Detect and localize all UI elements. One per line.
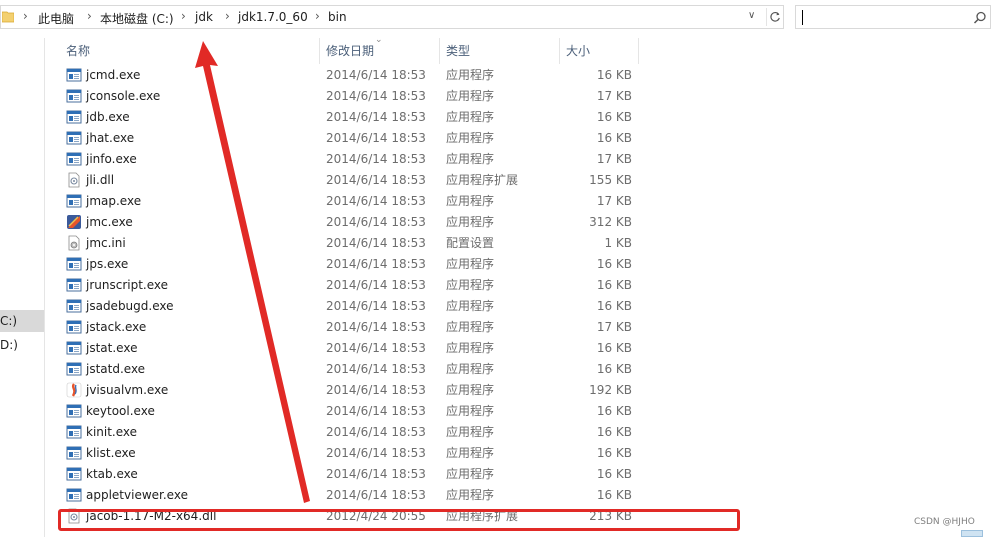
search-box[interactable] (795, 5, 991, 29)
file-size: 17 KB (596, 320, 632, 334)
chevron-right-icon[interactable]: › (23, 9, 28, 23)
file-size: 155 KB (589, 173, 632, 187)
column-divider[interactable] (439, 38, 440, 64)
search-icon[interactable] (972, 10, 988, 26)
file-row[interactable]: keytool.exe 2014/6/14 18:53 应用程序 16 KB (60, 401, 640, 422)
column-header-size[interactable]: 大小 (566, 38, 590, 64)
text-caret (802, 10, 803, 25)
chevron-right-icon[interactable]: › (315, 9, 320, 23)
file-row[interactable]: jmap.exe 2014/6/14 18:53 应用程序 17 KB (60, 191, 640, 212)
file-row[interactable]: jrunscript.exe 2014/6/14 18:53 应用程序 16 KB (60, 275, 640, 296)
file-row[interactable]: jinfo.exe 2014/6/14 18:53 应用程序 17 KB (60, 149, 640, 170)
chevron-down-icon[interactable]: ∨ (748, 10, 755, 21)
file-size: 16 KB (596, 278, 632, 292)
file-row[interactable]: jmc.exe 2014/6/14 18:53 应用程序 312 KB (60, 212, 640, 233)
file-size: 16 KB (596, 425, 632, 439)
chevron-right-icon[interactable]: › (87, 9, 92, 23)
nav-item-drive-c[interactable]: C:) (0, 310, 44, 332)
breadcrumb-local-disk-c[interactable]: 本地磁盘 (C:) (100, 10, 174, 27)
watermark-text: CSDN @HJHO (914, 517, 975, 527)
file-size: 16 KB (596, 68, 632, 82)
refresh-icon[interactable] (766, 8, 784, 26)
file-size: 16 KB (596, 110, 632, 124)
file-size: 1 KB (604, 236, 632, 250)
file-row[interactable]: jsadebugd.exe 2014/6/14 18:53 应用程序 16 KB (60, 296, 640, 317)
address-bar[interactable]: › 此电脑 › 本地磁盘 (C:) › jdk › jdk1.7.0_60 › … (0, 5, 784, 29)
file-row[interactable]: jconsole.exe 2014/6/14 18:53 应用程序 17 KB (60, 86, 640, 107)
chevron-right-icon[interactable]: › (181, 9, 186, 23)
column-header-type[interactable]: 类型 (446, 38, 470, 64)
file-size: 192 KB (589, 383, 632, 397)
file-size: 16 KB (596, 341, 632, 355)
breadcrumb-jdk[interactable]: jdk (195, 10, 213, 24)
folder-icon (2, 11, 14, 23)
nav-item-drive-d[interactable]: D:) (0, 334, 44, 356)
column-divider[interactable] (638, 38, 639, 64)
file-size: 17 KB (596, 152, 632, 166)
file-size: 16 KB (596, 404, 632, 418)
column-divider[interactable] (559, 38, 560, 64)
search-input[interactable] (800, 9, 960, 25)
file-row[interactable]: jstack.exe 2014/6/14 18:53 应用程序 17 KB (60, 317, 640, 338)
file-size: 17 KB (596, 194, 632, 208)
file-size: 16 KB (596, 299, 632, 313)
file-row[interactable]: jhat.exe 2014/6/14 18:53 应用程序 16 KB (60, 128, 640, 149)
file-row[interactable]: kinit.exe 2014/6/14 18:53 应用程序 16 KB (60, 422, 640, 443)
highlight-annotation-box (58, 509, 740, 531)
breadcrumb-this-pc[interactable]: 此电脑 (38, 10, 74, 27)
file-row[interactable]: klist.exe 2014/6/14 18:53 应用程序 16 KB (60, 443, 640, 464)
breadcrumb-jdk170-60[interactable]: jdk1.7.0_60 (238, 10, 308, 24)
file-size: 16 KB (596, 446, 632, 460)
file-size: 16 KB (596, 257, 632, 271)
file-size: 16 KB (596, 362, 632, 376)
file-row[interactable]: jli.dll 2014/6/14 18:53 应用程序扩展 155 KB (60, 170, 640, 191)
file-size: 16 KB (596, 131, 632, 145)
file-row[interactable]: jstat.exe 2014/6/14 18:53 应用程序 16 KB (60, 338, 640, 359)
file-size: 16 KB (596, 467, 632, 481)
file-size: 16 KB (596, 488, 632, 502)
taskbar-fragment (961, 530, 983, 537)
column-header-date[interactable]: 修改日期 (326, 38, 374, 64)
breadcrumb-bin[interactable]: bin (328, 10, 347, 24)
file-size: 17 KB (596, 89, 632, 103)
navigation-pane[interactable]: C:) D:) (0, 38, 45, 537)
sort-indicator-icon: ⌄ (375, 35, 383, 45)
file-size: 312 KB (589, 215, 632, 229)
file-row[interactable]: jps.exe 2014/6/14 18:53 应用程序 16 KB (60, 254, 640, 275)
column-divider[interactable] (319, 38, 320, 64)
file-row[interactable]: jcmd.exe 2014/6/14 18:53 应用程序 16 KB (60, 65, 640, 86)
file-row[interactable]: ktab.exe 2014/6/14 18:53 应用程序 16 KB (60, 464, 640, 485)
file-row[interactable]: jvisualvm.exe 2014/6/14 18:53 应用程序 192 KB (60, 380, 640, 401)
file-row[interactable]: appletviewer.exe 2014/6/14 18:53 应用程序 16 KB (60, 485, 640, 506)
file-row[interactable]: jmc.ini 2014/6/14 18:53 配置设置 1 KB (60, 233, 640, 254)
column-header-name[interactable]: 名称 (66, 38, 90, 64)
chevron-right-icon[interactable]: › (225, 9, 230, 23)
file-row[interactable]: jdb.exe 2014/6/14 18:53 应用程序 16 KB (60, 107, 640, 128)
file-row[interactable]: jstatd.exe 2014/6/14 18:53 应用程序 16 KB (60, 359, 640, 380)
